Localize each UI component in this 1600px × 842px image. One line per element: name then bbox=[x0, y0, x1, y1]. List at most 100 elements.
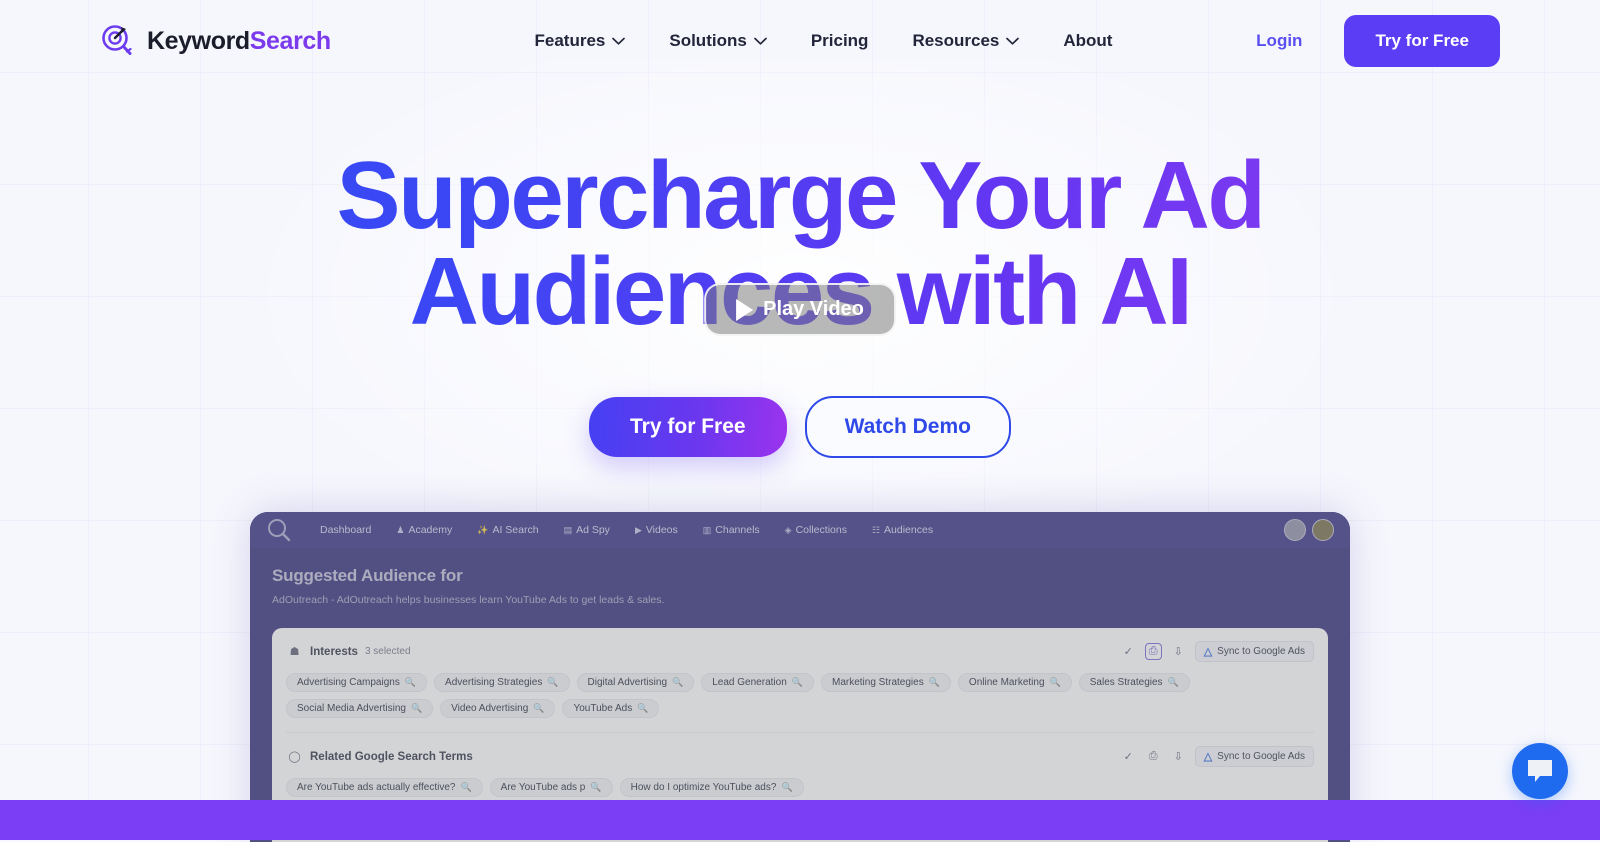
app-nav-label: AI Search bbox=[492, 524, 539, 536]
tag-label: Sales Strategies bbox=[1089, 677, 1163, 688]
interest-tag[interactable]: Online Marketing 🔍 bbox=[957, 673, 1072, 692]
download-icon[interactable]: ⇩ bbox=[1170, 748, 1187, 765]
app-nav-ai-search[interactable]: ✨ AI Search bbox=[477, 524, 538, 536]
search-icon: 🔍 bbox=[781, 782, 793, 792]
app-nav-label: Audiences bbox=[884, 524, 934, 536]
nav-item-features[interactable]: Features bbox=[534, 31, 626, 51]
interest-tag[interactable]: Social Media Advertising 🔍 bbox=[286, 699, 434, 718]
play-video-button[interactable]: Play Video bbox=[704, 283, 896, 336]
copy-icon[interactable]: ⎙ bbox=[1145, 748, 1162, 765]
tag-label: Are YouTube ads actually effective? bbox=[297, 782, 456, 793]
tag-label: Marketing Strategies bbox=[831, 677, 924, 688]
app-nav-academy[interactable]: ♟ Academy bbox=[396, 524, 452, 536]
avatar[interactable] bbox=[1284, 519, 1306, 541]
search-icon: 🔍 bbox=[637, 703, 649, 713]
download-icon[interactable]: ⇩ bbox=[1170, 643, 1187, 660]
search-icon: 🔍 bbox=[547, 677, 559, 687]
channels-icon: ▥ bbox=[702, 524, 712, 535]
interest-tag[interactable]: Sales Strategies 🔍 bbox=[1078, 673, 1190, 692]
chevron-down-icon bbox=[1006, 37, 1020, 45]
search-term-tag[interactable]: Are YouTube ads actually effective? 🔍 bbox=[286, 778, 483, 797]
interest-tag[interactable]: Lead Generation 🔍 bbox=[701, 673, 814, 692]
interest-tag[interactable]: Digital Advertising 🔍 bbox=[576, 673, 695, 692]
search-icon: 🔍 bbox=[791, 677, 803, 687]
login-link[interactable]: Login bbox=[1256, 31, 1302, 51]
app-nav-label: Channels bbox=[715, 524, 760, 536]
chevron-down-icon bbox=[612, 37, 626, 45]
app-nav-audiences[interactable]: ☷ Audiences bbox=[872, 524, 933, 536]
header-try-for-free-button[interactable]: Try for Free bbox=[1344, 15, 1500, 67]
app-nav-collections[interactable]: ◈ Collections bbox=[785, 524, 847, 536]
nav-label: About bbox=[1063, 31, 1113, 50]
nav-item-solutions[interactable]: Solutions bbox=[669, 31, 767, 51]
academy-icon: ♟ bbox=[396, 524, 405, 535]
chat-bubble-icon bbox=[1528, 760, 1552, 782]
google-ads-icon: △ bbox=[1203, 646, 1213, 658]
audiences-icon: ☷ bbox=[871, 524, 881, 535]
app-nav-videos[interactable]: ▶ Videos bbox=[635, 524, 678, 536]
tag-label: Advertising Campaigns bbox=[297, 677, 400, 688]
brand-logo[interactable]: KeywordSearch bbox=[100, 24, 331, 58]
hero-cta-group: Try for Free Watch Demo bbox=[0, 396, 1600, 458]
search-term-tag[interactable]: How do I optimize YouTube ads? 🔍 bbox=[619, 778, 804, 797]
lightbulb-icon: ☗ bbox=[289, 646, 300, 658]
app-nav-dashboard[interactable]: Dashboard bbox=[320, 524, 371, 536]
app-preview-screenshot: Dashboard ♟ Academy ✨ AI Search ▤ Ad Spy ▶ V… bbox=[250, 512, 1350, 842]
search-icon: 🔍 bbox=[1167, 677, 1179, 687]
chevron-down-icon bbox=[753, 37, 767, 45]
tag-label: YouTube Ads bbox=[573, 703, 633, 714]
tag-label: Video Advertising bbox=[451, 703, 529, 714]
check-icon[interactable]: ✓ bbox=[1120, 748, 1137, 765]
tag-label: How do I optimize YouTube ads? bbox=[630, 782, 777, 793]
play-icon: ▶ bbox=[634, 524, 642, 535]
app-preview-nav-right bbox=[1284, 519, 1334, 541]
search-terms-sync-google-ads-button[interactable]: △ Sync to Google Ads bbox=[1194, 746, 1314, 767]
interest-tag[interactable]: Advertising Campaigns 🔍 bbox=[286, 673, 428, 692]
interests-title: Interests bbox=[310, 645, 358, 658]
ad-spy-icon: ▤ bbox=[563, 524, 573, 535]
interests-sync-google-ads-button[interactable]: △ Sync to Google Ads bbox=[1194, 641, 1314, 662]
hero-try-for-free-button[interactable]: Try for Free bbox=[589, 397, 787, 457]
interests-tag-list: Advertising Campaigns 🔍 Advertising Strat… bbox=[286, 673, 1314, 718]
check-icon[interactable]: ✓ bbox=[1120, 643, 1137, 660]
tag-label: Are YouTube ads p bbox=[500, 782, 586, 793]
copy-icon[interactable]: ⎙ bbox=[1144, 643, 1162, 660]
interest-tag[interactable]: Advertising Strategies 🔍 bbox=[434, 673, 570, 692]
hero-watch-demo-button[interactable]: Watch Demo bbox=[804, 396, 1011, 458]
hero-title-line1: Supercharge Your Ad bbox=[336, 142, 1264, 249]
tag-label: Lead Generation bbox=[712, 677, 787, 688]
interests-count: 3 selected bbox=[364, 646, 411, 657]
search-icon: ◯ bbox=[288, 751, 301, 763]
sync-label: Sync to Google Ads bbox=[1217, 646, 1305, 657]
nav-item-resources[interactable]: Resources bbox=[912, 31, 1020, 51]
search-terms-tag-list: Are YouTube ads actually effective? 🔍 Are… bbox=[286, 778, 1314, 797]
tag-label: Social Media Advertising bbox=[297, 703, 406, 714]
search-icon: 🔍 bbox=[590, 782, 602, 792]
interest-tag[interactable]: YouTube Ads 🔍 bbox=[562, 699, 660, 718]
tag-label: Online Marketing bbox=[968, 677, 1045, 688]
search-icon: 🔍 bbox=[533, 703, 545, 713]
app-preview-subheading: AdOutreach - AdOutreach helps businesses… bbox=[272, 594, 665, 606]
search-terms-actions: ✓ ⎙ ⇩ △ Sync to Google Ads bbox=[1120, 746, 1314, 767]
app-nav-ad-spy[interactable]: ▤ Ad Spy bbox=[564, 524, 610, 536]
nav-item-pricing[interactable]: Pricing bbox=[811, 31, 869, 51]
interests-header: ☗ Interests 3 selected ✓ ⎙ ⇩ △ Sync to G… bbox=[286, 641, 1314, 662]
app-nav-label: Academy bbox=[408, 524, 453, 536]
interest-tag[interactable]: Marketing Strategies 🔍 bbox=[820, 673, 951, 692]
app-nav-channels[interactable]: ▥ Channels bbox=[703, 524, 760, 536]
interest-tag[interactable]: Video Advertising 🔍 bbox=[440, 699, 556, 718]
brand-name-part2: Search bbox=[249, 26, 331, 55]
header-actions: Login Try for Free bbox=[1256, 15, 1500, 67]
hero-section: Supercharge Your Ad Audiences with AI Tr… bbox=[0, 82, 1600, 458]
avatar[interactable] bbox=[1312, 519, 1334, 541]
search-terms-section: ◯ Related Google Search Terms ✓ ⎙ ⇩ △ Sy… bbox=[286, 732, 1314, 797]
target-magnifier-icon bbox=[102, 25, 132, 55]
interests-section: ☗ Interests 3 selected ✓ ⎙ ⇩ △ Sync to G… bbox=[286, 641, 1314, 718]
nav-item-about[interactable]: About bbox=[1063, 31, 1112, 51]
app-logo-icon bbox=[268, 519, 291, 542]
interests-actions: ✓ ⎙ ⇩ △ Sync to Google Ads bbox=[1120, 641, 1314, 662]
chat-widget-button[interactable] bbox=[1512, 743, 1568, 799]
search-term-tag[interactable]: Are YouTube ads p 🔍 bbox=[489, 778, 613, 797]
app-nav-label: Dashboard bbox=[320, 524, 372, 536]
search-terms-title: Related Google Search Terms bbox=[310, 750, 473, 763]
